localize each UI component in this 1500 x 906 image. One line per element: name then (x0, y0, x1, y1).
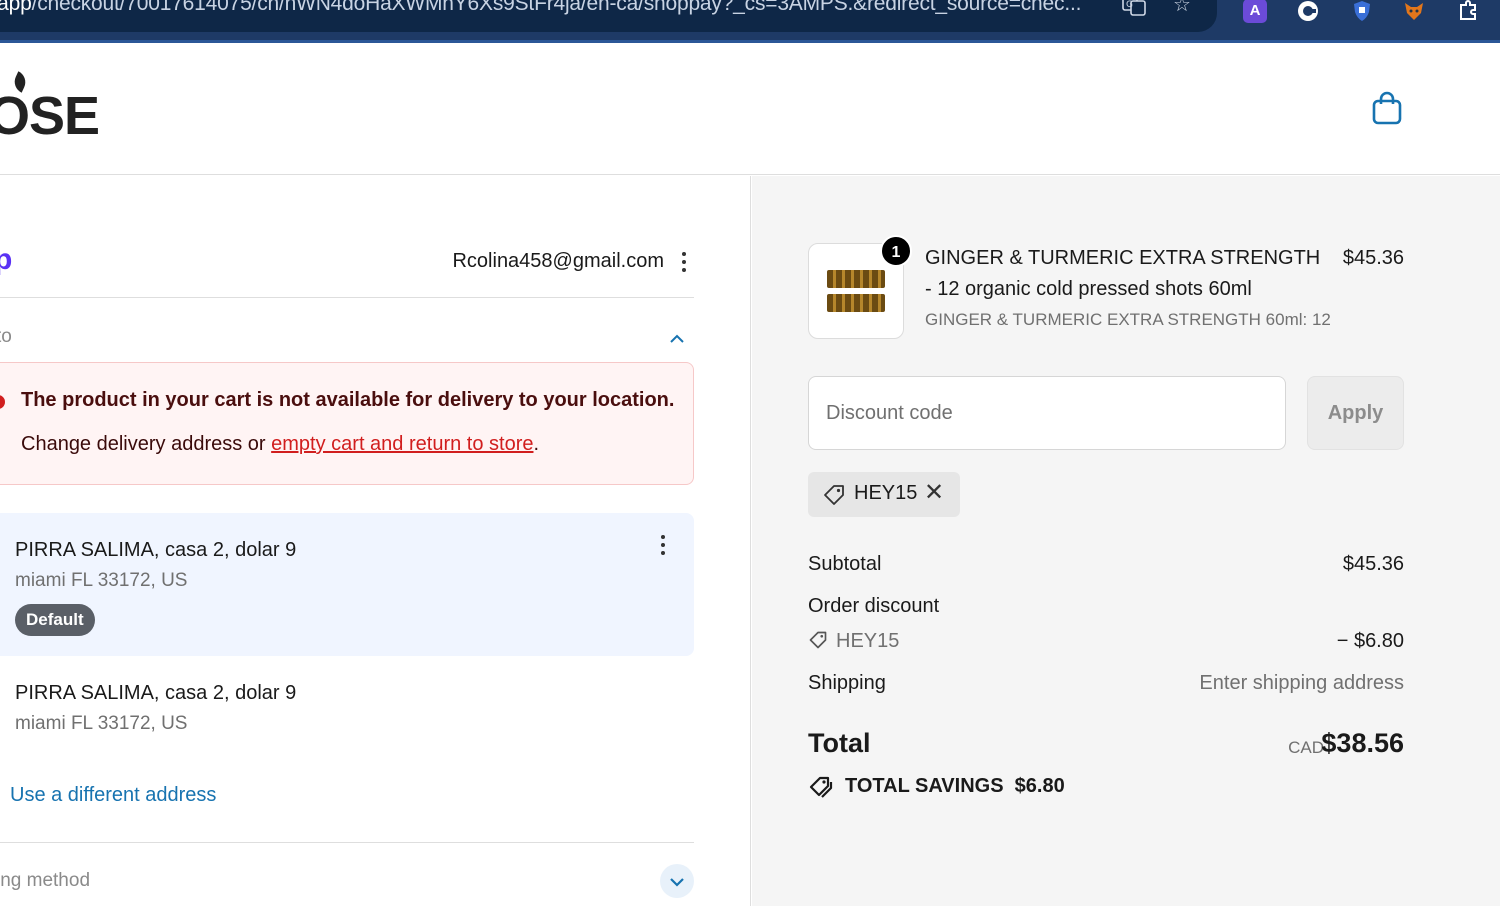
chevron-down-icon (670, 878, 684, 887)
url-domain: p.app (0, 0, 32, 15)
use-different-address-link[interactable]: Use a different address (10, 784, 216, 807)
product-name: GINGER & TURMERIC EXTRA STRENGTH - 12 or… (925, 247, 1321, 300)
remove-discount-icon[interactable]: ✕ (924, 478, 944, 507)
store-header: OSE (0, 43, 1500, 175)
ext-a-icon[interactable]: A (1243, 0, 1267, 23)
browser-toolbar: p.app/checkout/70017614075/cn/hWN4doHaXW… (0, 0, 1500, 43)
shipping-label: Shipping (808, 672, 886, 694)
empty-cart-link[interactable]: empty cart and return to store (271, 433, 533, 455)
discount-code-input[interactable] (808, 376, 1286, 450)
address-city: miami FL 33172, US (15, 570, 188, 591)
svg-text:G: G (1126, 0, 1133, 10)
delivery-alert: The product in your cart is not availabl… (0, 362, 694, 485)
url-path: /checkout/70017614075/cn/hWN4doHaXWMhY6X… (31, 0, 1082, 15)
alert-body-text: Change delivery address or (21, 433, 272, 455)
alert-body: Change delivery address or empty cart an… (21, 433, 539, 456)
tag-icon (809, 631, 827, 649)
applied-discount-chip: HEY15 ✕ (808, 472, 960, 517)
apply-discount-button[interactable]: Apply (1307, 376, 1404, 450)
account-email: Rcolina458@gmail.com (452, 250, 664, 272)
product-price: $45.36 (1342, 247, 1404, 269)
ext-puzzle-icon[interactable] (1456, 0, 1480, 23)
address-name: PIRRA SALIMA, casa 2, dolar 9 (15, 539, 297, 561)
default-badge: Default (15, 604, 95, 636)
product-variant: GINGER & TURMERIC EXTRA STRENGTH 60ml: 1… (925, 310, 1331, 329)
shipping-value: Enter shipping address (1199, 672, 1404, 694)
subtotal-value: $45.36 (1342, 553, 1404, 575)
order-discount-label: Order discount (808, 595, 940, 617)
expand-shipping-method-button[interactable] (660, 864, 694, 898)
order-discount-amount: − $6.80 (1336, 630, 1404, 652)
ship-to-label: to (0, 326, 12, 347)
total-value: $38.56 (1321, 728, 1404, 758)
quantity-badge: 1 (880, 235, 912, 267)
total-savings: TOTAL SAVINGS $6.80 (845, 775, 1065, 798)
order-summary: 1 GINGER & TURMERIC EXTRA STRENGTH - 12 … (752, 176, 1500, 906)
shopping-bag-icon[interactable] (1372, 91, 1402, 125)
account-menu-icon[interactable] (674, 250, 694, 274)
subtotal-label: Subtotal (808, 553, 882, 575)
savings-tag-icon (809, 776, 833, 798)
ext-fox-icon[interactable] (1402, 0, 1426, 23)
chevron-up-icon (670, 334, 684, 343)
total-savings-label: TOTAL SAVINGS (845, 775, 1004, 797)
address-name: PIRRA SALIMA, casa 2, dolar 9 (15, 682, 297, 704)
total-savings-value: $6.80 (1014, 775, 1065, 797)
applied-discount-code: HEY15 (854, 482, 918, 504)
address-option-default[interactable]: PIRRA SALIMA, casa 2, dolar 9 miami FL 3… (0, 513, 694, 656)
product-image (827, 270, 885, 314)
order-discount-code: HEY15 (836, 630, 900, 652)
shipping-method-label: ing method (0, 870, 91, 891)
divider (0, 842, 694, 843)
shop-pay-logo: p (0, 243, 13, 276)
address-option[interactable]: PIRRA SALIMA, casa 2, dolar 9 miami FL 3… (0, 656, 694, 756)
checkout-main: p Rcolina458@gmail.com to The product in… (0, 176, 751, 906)
store-logo[interactable]: OSE (0, 85, 100, 147)
collapse-ship-to-button[interactable] (660, 320, 694, 354)
ext-g-icon[interactable] (1296, 0, 1320, 23)
total-label: Total (808, 728, 871, 758)
address-bar[interactable]: p.app/checkout/70017614075/cn/hWN4doHaXW… (0, 0, 1217, 32)
address-city: miami FL 33172, US (15, 713, 188, 734)
translate-icon[interactable]: G (1121, 0, 1147, 16)
tag-icon (824, 485, 844, 505)
star-icon[interactable]: ☆ (1169, 0, 1195, 16)
alert-title: The product in your cart is not availabl… (21, 389, 675, 411)
address-menu-icon[interactable] (653, 533, 673, 557)
alert-icon (0, 395, 5, 409)
divider (0, 297, 694, 298)
alert-body-suffix: . (533, 433, 540, 455)
url-text[interactable]: p.app/checkout/70017614075/cn/hWN4doHaXW… (0, 0, 1081, 16)
ext-shield-icon[interactable] (1350, 0, 1374, 23)
total-currency: CAD (1288, 738, 1324, 757)
